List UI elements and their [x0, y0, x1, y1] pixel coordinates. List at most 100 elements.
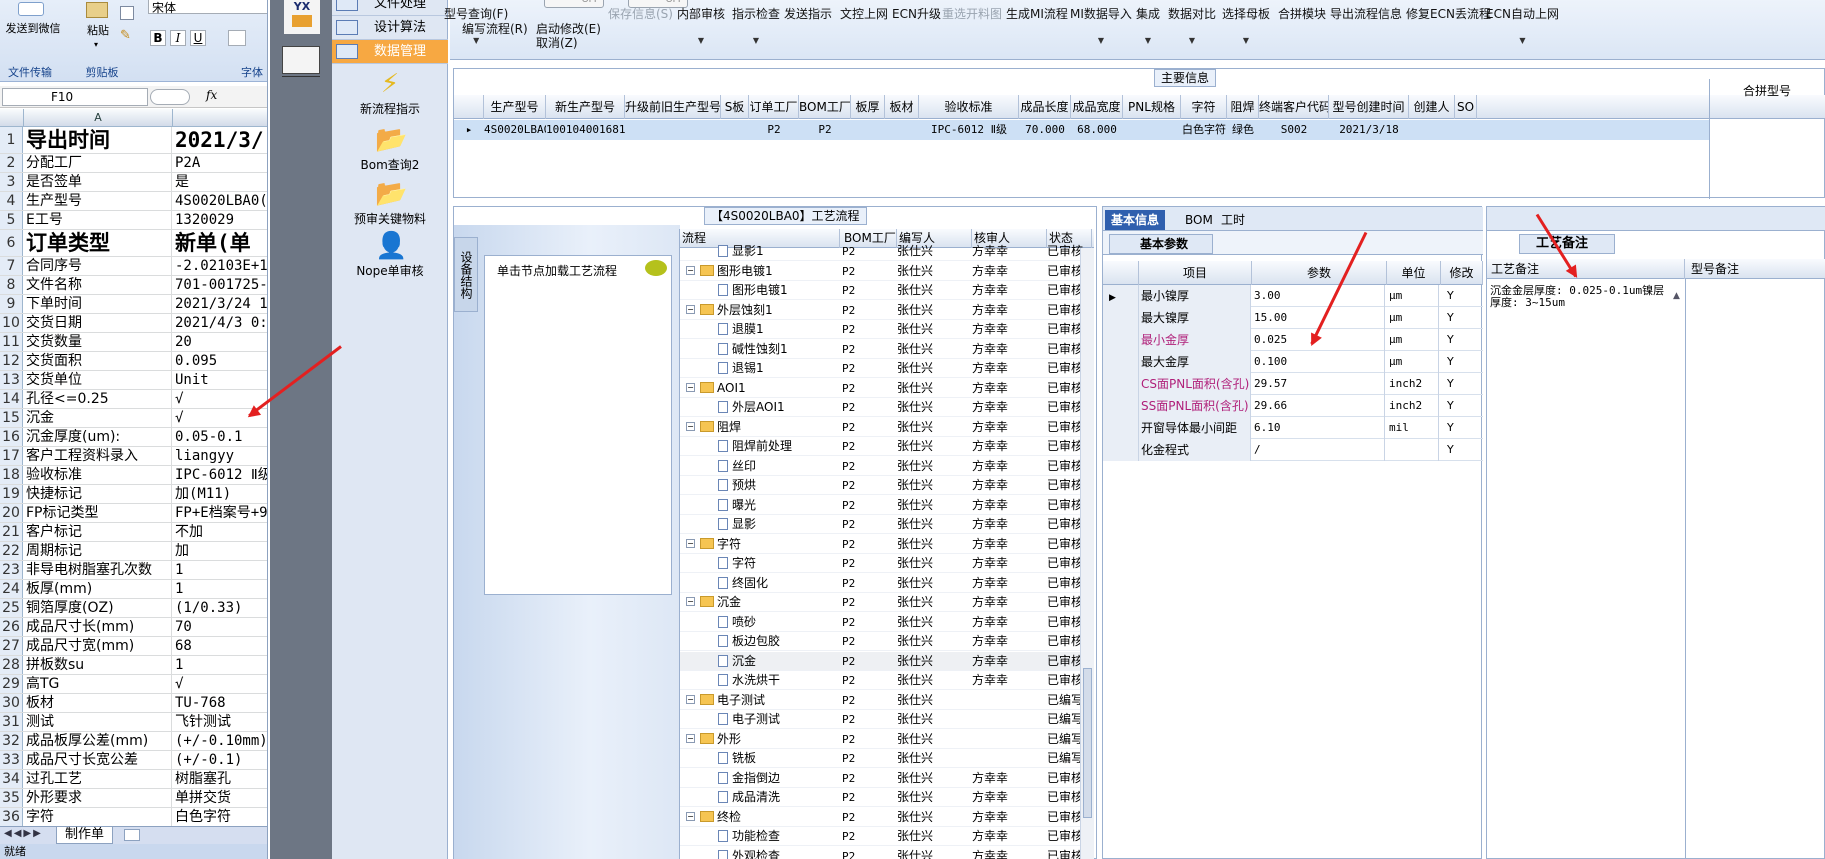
toolbar-button[interactable]: ECN升级: [892, 5, 941, 22]
cell-b[interactable]: P2A: [173, 154, 267, 172]
column-header[interactable]: S板: [721, 95, 749, 119]
nav-item-design-algorithm[interactable]: 设计算法: [332, 16, 448, 40]
spreadsheet-grid[interactable]: 1 导出时间 2021/3/2 分配工厂 P2A 3 是否签单是 4 生产型号 4S0020LBA…: [0, 127, 267, 827]
sheet-row[interactable]: 30 板材 TU-768: [0, 694, 267, 713]
cell-b[interactable]: 20: [173, 333, 267, 351]
cell-a[interactable]: 板厚(mm): [24, 580, 172, 598]
cell-b[interactable]: 1: [173, 656, 267, 674]
cell-a[interactable]: 沉金厚度(um):: [24, 428, 172, 446]
row-number[interactable]: 33: [0, 751, 23, 769]
sheet-row[interactable]: 5 E工号 1320029: [0, 211, 267, 230]
param-row[interactable]: CS面PNL面积(含孔) 29.57 inch2 Y: [1103, 373, 1483, 395]
cell-a[interactable]: 客户标记: [24, 523, 172, 541]
tab-bom[interactable]: BOM: [1179, 210, 1219, 230]
node-load-box[interactable]: 单击节点加载工艺流程: [484, 255, 672, 595]
row-number[interactable]: 20: [0, 504, 23, 522]
cell-a[interactable]: 非导电树脂塞孔次数: [24, 561, 172, 579]
sheet-row[interactable]: 16 沉金厚度(um): 0.05-0.1: [0, 428, 267, 447]
table-cell[interactable]: [1409, 120, 1455, 140]
scroll-up-icon[interactable]: ▲: [1673, 291, 1680, 301]
list-item[interactable]: 喷砂 P2 张仕兴 方幸幸 已审核: [680, 613, 1083, 632]
cell-b[interactable]: √: [173, 675, 267, 693]
process-tree-grid[interactable]: 流程 BOM工厂 编写人 核审人 状态 显影1 P2 张仕兴 方幸幸 已审核 − 图形电镀1 P2 张仕…: [679, 229, 1094, 859]
param-value[interactable]: 3.00: [1252, 285, 1385, 307]
param-row[interactable]: 化金程式 / Y: [1103, 439, 1483, 461]
column-header[interactable]: 创建人: [1409, 95, 1455, 119]
sheet-row[interactable]: 34 过孔工艺 树脂塞孔: [0, 770, 267, 789]
sheet-row[interactable]: 19 快捷标记 加(M11): [0, 485, 267, 504]
toolbar-button[interactable]: 合拼模块: [1278, 5, 1326, 22]
list-item[interactable]: 退膜1 P2 张仕兴 方幸幸 已审核: [680, 320, 1083, 339]
send-to-wechat-button[interactable]: 发送到微信: [4, 0, 61, 60]
list-item[interactable]: 丝印 P2 张仕兴 方幸幸 已审核: [680, 457, 1083, 476]
collapse-toggle-icon[interactable]: −: [686, 811, 695, 821]
sheet-row[interactable]: 25 铜箔厚度(OZ) (1/0.33): [0, 599, 267, 618]
cell-b[interactable]: 68: [173, 637, 267, 655]
tool-key-material-precheck[interactable]: 📂 预审关键物料: [332, 180, 448, 227]
calculator-icon[interactable]: [282, 46, 320, 74]
collapse-toggle-icon[interactable]: −: [686, 538, 695, 548]
cell-a[interactable]: 验收标准: [24, 466, 172, 484]
copy-icon[interactable]: [120, 6, 134, 20]
cell-a[interactable]: FP标记类型: [24, 504, 172, 522]
row-number[interactable]: 22: [0, 542, 23, 560]
list-item[interactable]: 碱性蚀刻1 P2 张仕兴 方幸幸 已审核: [680, 340, 1083, 359]
vertical-scrollbar[interactable]: [1080, 248, 1094, 859]
cell-a[interactable]: 成品尺寸长(mm): [24, 618, 172, 636]
toolbar-button[interactable]: 生成MI流程: [1006, 5, 1068, 22]
bold-button[interactable]: B: [150, 30, 166, 46]
params-column-header[interactable]: 项目: [1139, 261, 1252, 285]
list-item[interactable]: − 图形电镀1 P2 张仕兴 方幸幸 已审核: [680, 262, 1083, 281]
list-item[interactable]: 预烘 P2 张仕兴 方幸幸 已审核: [680, 476, 1083, 495]
sheet-row[interactable]: 22 周期标记加: [0, 542, 267, 561]
cell-b[interactable]: (+/-0.10mm): [173, 732, 267, 750]
cell-a[interactable]: 孔径<=0.25: [24, 390, 172, 408]
sheet-row[interactable]: 7 合同序号 -2.02103E+11: [0, 257, 267, 276]
list-item[interactable]: 阻焊前处理 P2 张仕兴 方幸幸 已审核: [680, 437, 1083, 456]
column-header[interactable]: 成品宽度: [1071, 95, 1123, 119]
sheet-row[interactable]: 9 下单时间 2021/3/24 13: [0, 295, 267, 314]
tab-basic-info[interactable]: 基本信息: [1105, 210, 1166, 230]
cell-b[interactable]: 4S0020LBA0(: [173, 192, 267, 210]
sheet-row[interactable]: 18 验收标准 IPC-6012 Ⅱ级: [0, 466, 267, 485]
row-number[interactable]: 7: [0, 257, 23, 275]
list-item[interactable]: 曝光 P2 张仕兴 方幸幸 已审核: [680, 496, 1083, 515]
cell-b[interactable]: 701-001725-(: [173, 276, 267, 294]
row-header[interactable]: [1103, 439, 1139, 461]
row-number[interactable]: 35: [0, 789, 23, 807]
table-cell[interactable]: 10010400168138: [546, 120, 625, 140]
sheet-row[interactable]: 31 测试 飞针测试: [0, 713, 267, 732]
toolbar-button[interactable]: 发送指示: [784, 5, 832, 22]
param-row[interactable]: SS面PNL面积(含孔) 29.66 inch2 Y: [1103, 395, 1483, 417]
cell-b[interactable]: 飞针测试: [173, 713, 267, 731]
row-number[interactable]: 13: [0, 371, 23, 389]
column-header[interactable]: BOM工厂: [799, 95, 851, 119]
sheet-nav-arrows-icon[interactable]: ◀◀▶▶: [4, 828, 43, 839]
sheet-row[interactable]: 36 字符 白色字符: [0, 808, 267, 827]
row-header[interactable]: ▶: [1103, 285, 1139, 307]
params-column-header[interactable]: 单位: [1387, 261, 1441, 285]
row-number[interactable]: 26: [0, 618, 23, 636]
scrollbar-thumb[interactable]: [1083, 668, 1092, 818]
param-row[interactable]: 最大金厚 0.100 μm Y: [1103, 351, 1483, 373]
list-item[interactable]: 字符 P2 张仕兴 方幸幸 已审核: [680, 554, 1083, 573]
column-header[interactable]: 阻焊: [1227, 95, 1259, 119]
list-item[interactable]: 外观检查 P2 张仕兴 方幸幸 已审核: [680, 847, 1083, 859]
column-header[interactable]: 板厚: [851, 95, 885, 119]
cell-a[interactable]: 交货日期: [24, 314, 172, 332]
list-item[interactable]: 板边包胶 P2 张仕兴 方幸幸 已审核: [680, 632, 1083, 651]
row-number[interactable]: 36: [0, 808, 23, 826]
list-item[interactable]: − AOI1 P2 张仕兴 方幸幸 已审核: [680, 379, 1083, 398]
sheet-row[interactable]: 12 交货面积 0.095: [0, 352, 267, 371]
list-item[interactable]: 沉金 P2 张仕兴 方幸幸 已审核: [680, 651, 1083, 671]
column-header[interactable]: 新生产型号: [546, 95, 625, 119]
cell-a[interactable]: 周期标记: [24, 542, 172, 560]
row-number[interactable]: 4: [0, 192, 23, 210]
param-modify-flag[interactable]: Y: [1441, 307, 1481, 329]
cell-b[interactable]: 是: [173, 173, 267, 191]
collapse-toggle-icon[interactable]: −: [686, 694, 695, 704]
sheet-row[interactable]: 23 非导电树脂塞孔次数 1: [0, 561, 267, 580]
toolbar-button[interactable]: 内部审核 ▼: [677, 5, 725, 45]
sheet-row[interactable]: 14 孔径<=0.25 √: [0, 390, 267, 409]
table-cell[interactable]: [1455, 120, 1477, 140]
